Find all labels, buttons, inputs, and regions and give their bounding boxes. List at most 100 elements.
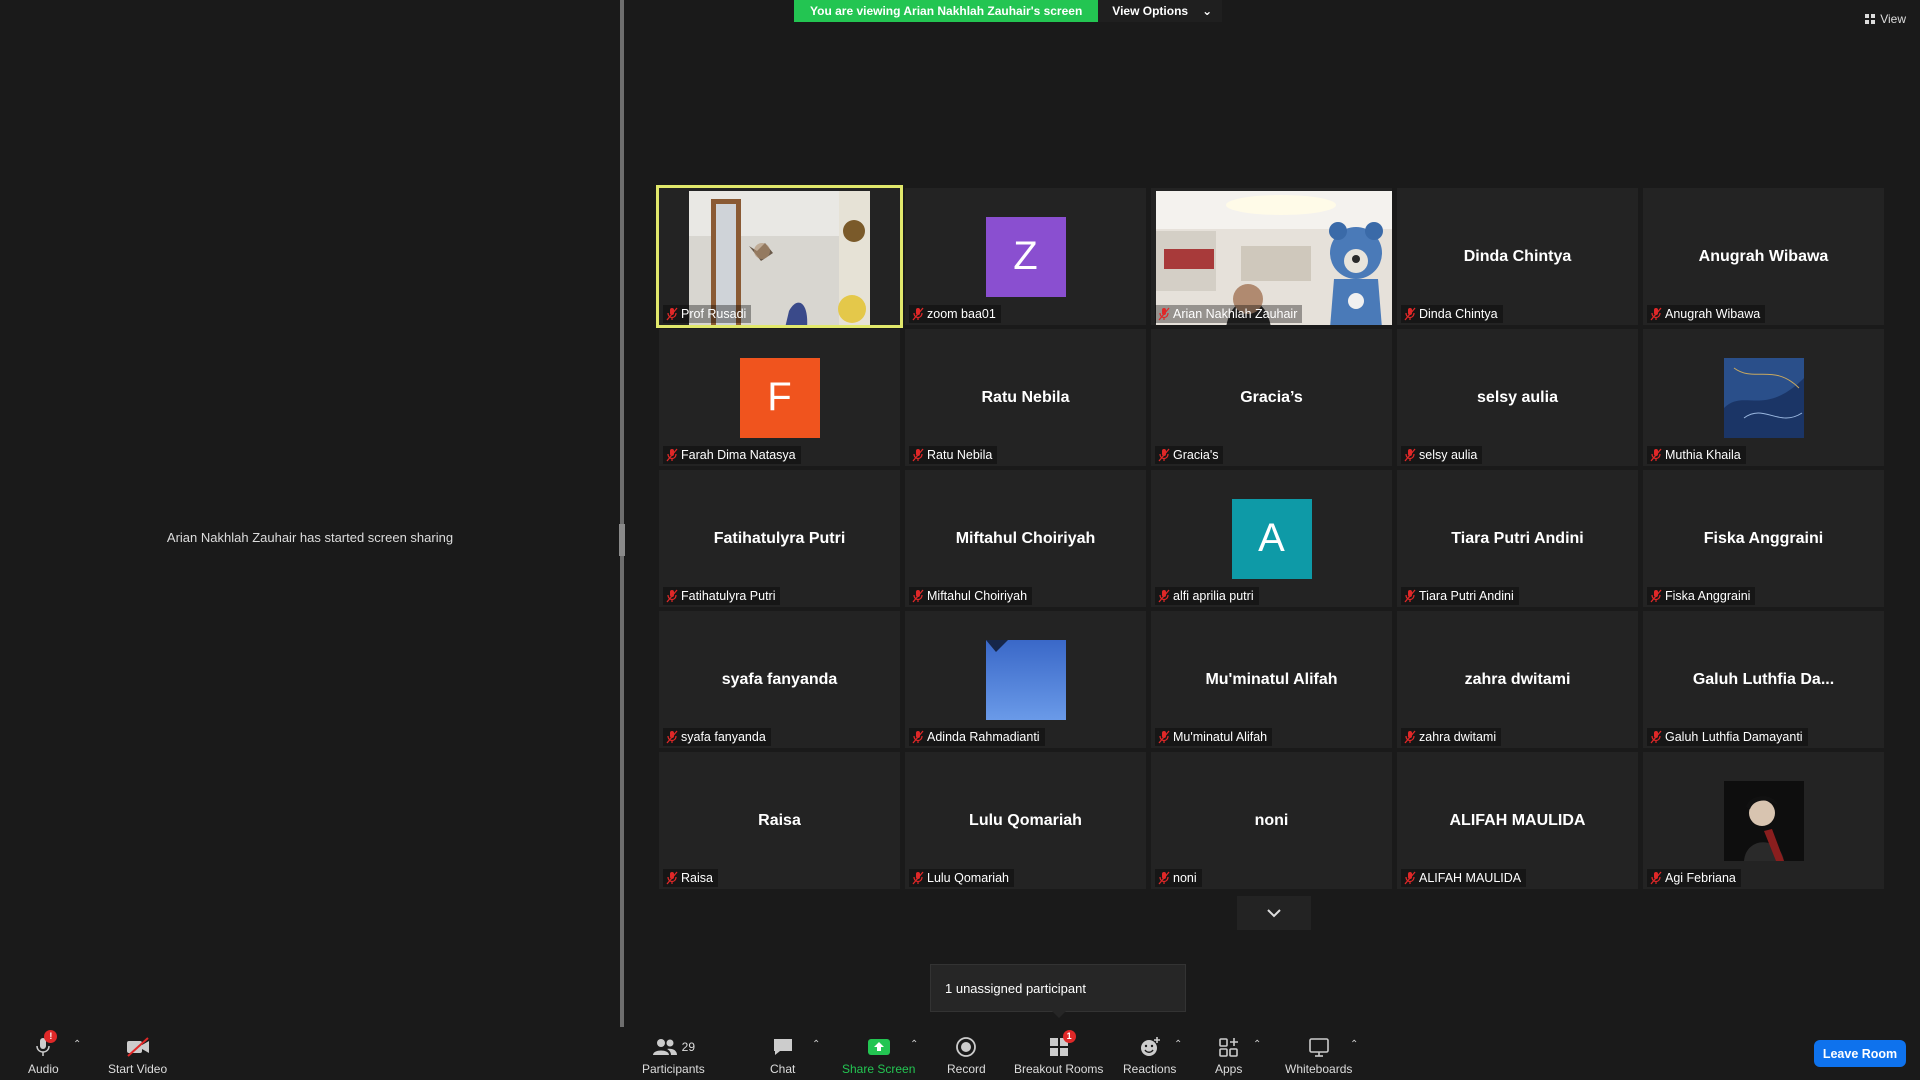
participant-tile[interactable]: Adinda Rahmadianti	[905, 611, 1146, 748]
participant-tile[interactable]: Arian Nakhlah Zauhair	[1151, 188, 1392, 325]
participant-name: zahra dwitami	[1419, 730, 1497, 744]
participant-name-label: alfi aprilia putri	[1155, 587, 1259, 605]
apps-label: Apps	[1215, 1062, 1243, 1076]
participant-name-label: Agi Febriana	[1647, 869, 1741, 887]
participant-tile[interactable]: F Farah Dima Natasya	[659, 329, 900, 466]
breakout-rooms-button[interactable]: 1 Breakout Rooms	[1014, 1030, 1103, 1076]
mic-muted-icon	[912, 589, 924, 603]
share-screen-button[interactable]: Share Screen	[842, 1035, 915, 1076]
whiteboards-button[interactable]: Whiteboards	[1285, 1035, 1352, 1076]
participant-name: Galuh Luthfia Damayanti	[1665, 730, 1803, 744]
participant-tile[interactable]: selsy aulia selsy aulia	[1397, 329, 1638, 466]
participant-name: ALIFAH MAULIDA	[1419, 871, 1522, 885]
view-button[interactable]: View	[1865, 12, 1906, 26]
screen-share-area: Arian Nakhlah Zauhair has started screen…	[0, 0, 620, 1027]
participant-name-label: syafa fanyanda	[663, 728, 771, 746]
participant-name: syafa fanyanda	[681, 730, 766, 744]
participant-tile[interactable]: Agi Febriana	[1643, 752, 1884, 889]
mic-muted-icon	[1158, 730, 1170, 744]
record-button[interactable]: Record	[947, 1035, 986, 1076]
participant-tile[interactable]: Gracia’s Gracia's	[1151, 329, 1392, 466]
participant-count: 29	[681, 1040, 696, 1054]
mic-muted-icon	[1404, 589, 1416, 603]
participant-name-label: Fatihatulyra Putri	[663, 587, 781, 605]
share-screen-icon	[867, 1039, 890, 1055]
participant-name: Anugrah Wibawa	[1665, 307, 1761, 321]
participant-name-label: selsy aulia	[1401, 446, 1483, 464]
participant-name: Raisa	[681, 871, 713, 885]
panel-divider[interactable]	[620, 0, 624, 1027]
participant-name: Farah Dima Natasya	[681, 448, 796, 462]
participant-tile[interactable]: Raisa Raisa	[659, 752, 900, 889]
participant-tile[interactable]: Ratu Nebila Ratu Nebila	[905, 329, 1146, 466]
whiteboard-icon	[1308, 1038, 1329, 1057]
gallery-next-page-button[interactable]	[1237, 896, 1311, 930]
participant-tile[interactable]: Dinda Chintya Dinda Chintya	[1397, 188, 1638, 325]
participant-tile[interactable]: syafa fanyanda syafa fanyanda	[659, 611, 900, 748]
reactions-options-caret-icon[interactable]: ⌃	[1174, 1039, 1182, 1050]
start-video-button[interactable]: Start Video	[108, 1035, 167, 1076]
apps-options-caret-icon[interactable]: ⌃	[1253, 1039, 1261, 1050]
participant-tile[interactable]: Aalfi aprilia putri	[1151, 470, 1392, 607]
participant-display-name: Miftahul Choiriyah	[955, 529, 1096, 547]
participant-display-name: Raisa	[758, 811, 801, 829]
participant-name: Prof Rusadi	[681, 307, 747, 321]
participant-tile[interactable]: Anugrah Wibawa Anugrah Wibawa	[1643, 188, 1884, 325]
participant-name: noni	[1173, 871, 1197, 885]
participant-name-label: Muthia Khaila	[1647, 446, 1746, 464]
participant-name-label: Adinda Rahmadianti	[909, 728, 1045, 746]
participant-name-label: zoom baa01	[909, 305, 1001, 323]
mic-muted-icon	[912, 730, 924, 744]
chat-button[interactable]: Chat	[770, 1035, 795, 1076]
participant-name: Miftahul Choiriyah	[927, 589, 1028, 603]
participants-button[interactable]: 29 Participants	[642, 1035, 705, 1076]
audio-button[interactable]: ! Audio	[28, 1030, 59, 1076]
chevron-down-icon	[1267, 909, 1281, 918]
avatar: F	[739, 357, 820, 438]
participant-name-label: Tiara Putri Andini	[1401, 587, 1519, 605]
participant-name-label: Gracia's	[1155, 446, 1224, 464]
participant-tile[interactable]: Muthia Khaila	[1643, 329, 1884, 466]
whiteboards-options-caret-icon[interactable]: ⌃	[1350, 1039, 1358, 1050]
divider-drag-handle[interactable]	[619, 524, 625, 556]
participant-tile[interactable]: Zzoom baa01	[905, 188, 1146, 325]
participant-tile[interactable]: Tiara Putri Andini Tiara Putri Andini	[1397, 470, 1638, 607]
participant-name: Ratu Nebila	[927, 448, 993, 462]
participant-display-name: ALIFAH MAULIDA	[1449, 811, 1586, 829]
reactions-button[interactable]: Reactions	[1123, 1035, 1176, 1076]
whiteboards-label: Whiteboards	[1285, 1062, 1353, 1076]
participant-tile[interactable]: Miftahul Choiriyah Miftahul Choiriyah	[905, 470, 1146, 607]
record-label: Record	[947, 1062, 986, 1076]
mic-muted-icon	[1158, 589, 1170, 603]
participant-tile[interactable]: Fiska Anggraini Fiska Anggraini	[1643, 470, 1884, 607]
participant-tile[interactable]: zahra dwitami zahra dwitami	[1397, 611, 1638, 748]
participant-tile[interactable]: Galuh Luthfia Da... Galuh Luthfia Damayan…	[1643, 611, 1884, 748]
mic-muted-icon	[912, 448, 924, 462]
participant-tile[interactable]: Mu'minatul Alifah Mu'minatul Alifah	[1151, 611, 1392, 748]
leave-room-button[interactable]: Leave Room	[1814, 1040, 1906, 1067]
viewing-screen-label: You are viewing Arian Nakhlah Zauhair's …	[794, 0, 1099, 22]
mic-muted-icon	[1404, 307, 1416, 321]
audio-alert-badge: !	[44, 1030, 58, 1043]
video-off-icon	[126, 1037, 149, 1057]
participant-tile[interactable]: ALIFAH MAULIDA ALIFAH MAULIDA	[1397, 752, 1638, 889]
chat-options-caret-icon[interactable]: ⌃	[812, 1039, 820, 1050]
participant-tile[interactable]: Lulu Qomariah Lulu Qomariah	[905, 752, 1146, 889]
mic-muted-icon	[666, 871, 678, 885]
participant-name-label: noni	[1155, 869, 1202, 887]
participant-display-name: Fatihatulyra Putri	[713, 529, 846, 547]
audio-options-caret-icon[interactable]: ⌃	[73, 1039, 81, 1050]
participant-tile[interactable]: Prof Rusadi	[656, 185, 903, 328]
view-button-label: View	[1880, 12, 1906, 26]
apps-button[interactable]: Apps	[1215, 1035, 1242, 1076]
share-options-caret-icon[interactable]: ⌃	[910, 1039, 918, 1050]
view-options-button[interactable]: View Options ⌄	[1098, 0, 1223, 22]
participant-name: Arian Nakhlah Zauhair	[1173, 307, 1298, 321]
avatar: A	[1231, 498, 1312, 579]
participant-tile[interactable]: Fatihatulyra Putri Fatihatulyra Putri	[659, 470, 900, 607]
participants-label: Participants	[642, 1062, 705, 1076]
participant-display-name: syafa fanyanda	[721, 670, 838, 688]
participant-name: Tiara Putri Andini	[1419, 589, 1514, 603]
participant-tile[interactable]: noni noni	[1151, 752, 1392, 889]
participant-name: Gracia's	[1173, 448, 1219, 462]
